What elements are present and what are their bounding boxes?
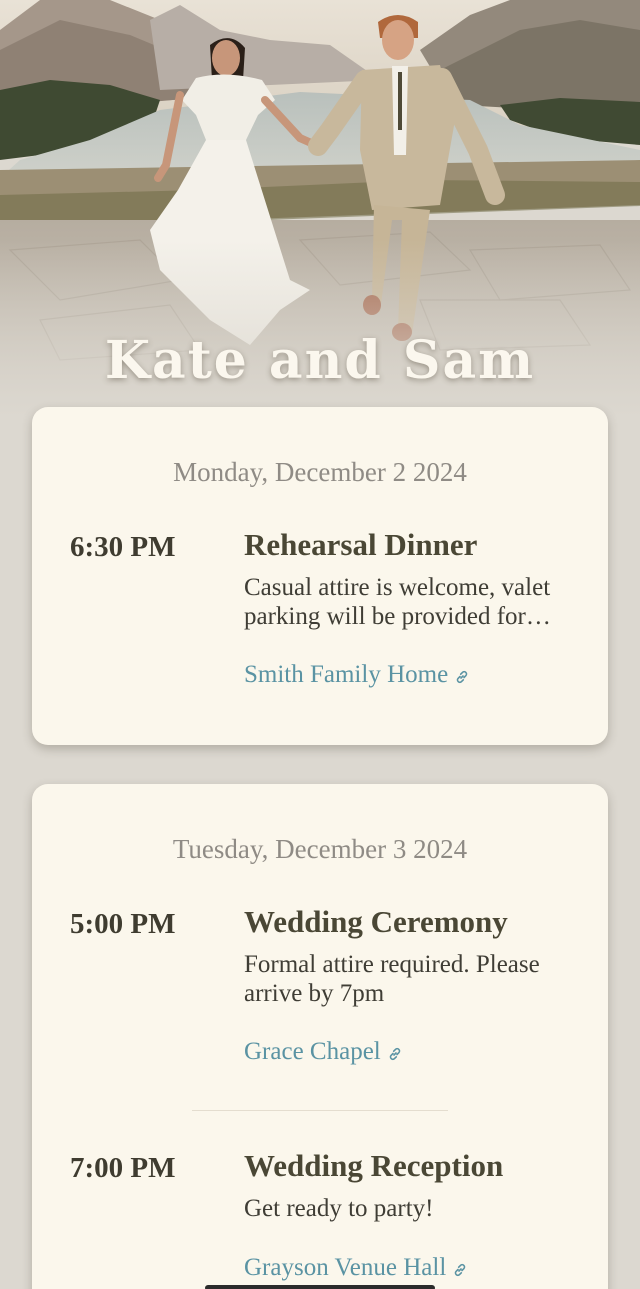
day-date: Tuesday, December 3 2024 — [172, 834, 468, 864]
day-date: Monday, December 2 2024 — [173, 457, 467, 487]
link-icon — [389, 1047, 400, 1061]
day-card-tuesday: Tuesday, December 3 2024 5:00 PM Wedding… — [32, 784, 608, 1289]
link-icon — [455, 1263, 466, 1277]
event-time: 6:30 PM — [70, 531, 176, 563]
event-divider — [192, 1110, 448, 1111]
event-description: Casual attire is welcome, valet parking … — [244, 574, 551, 630]
couple-title: Kate and Sam — [104, 330, 536, 391]
event-location-label: Grace Chapel — [244, 1038, 381, 1065]
event-description: Formal attire required. Please arrive by… — [244, 951, 540, 1007]
event-description: Get ready to party! — [244, 1195, 434, 1222]
hero-section: Kate and Sam — [0, 0, 640, 420]
home-indicator[interactable] — [205, 1285, 435, 1289]
event-name: Wedding Ceremony — [244, 904, 508, 939]
event-location-link[interactable]: Grayson Venue Hall — [244, 1254, 468, 1282]
event-time: 7:00 PM — [70, 1152, 176, 1184]
event-location-link[interactable]: Smith Family Home — [244, 661, 470, 689]
event-name: Wedding Reception — [244, 1148, 504, 1183]
day-card-monday: Monday, December 2 2024 6:30 PM Rehearsa… — [32, 407, 608, 745]
event-location-label: Smith Family Home — [244, 661, 449, 688]
event-location-link[interactable]: Grace Chapel — [244, 1038, 403, 1066]
event-location-label: Grayson Venue Hall — [244, 1254, 447, 1281]
event-time: 5:00 PM — [70, 908, 176, 940]
link-icon — [456, 670, 468, 684]
event-name: Rehearsal Dinner — [244, 527, 478, 562]
